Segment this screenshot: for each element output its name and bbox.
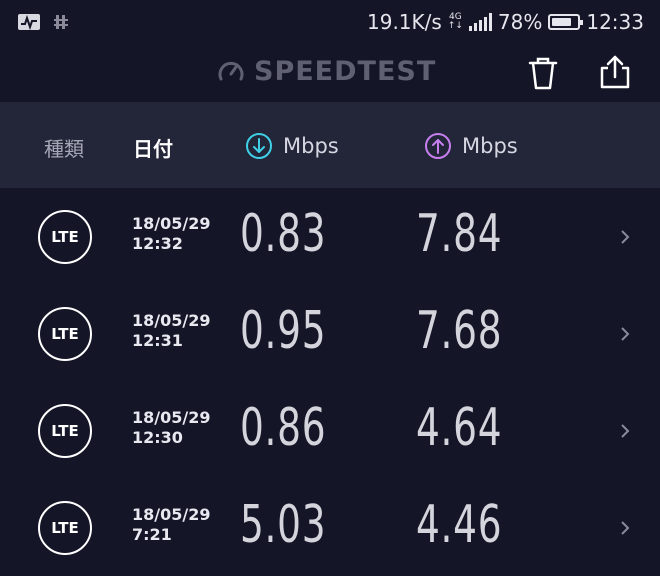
result-datetime: 18/05/29 12:30 xyxy=(132,408,210,448)
battery-icon xyxy=(548,14,584,30)
logo-text: SPEEDTEST xyxy=(254,56,437,87)
chevron-right-icon xyxy=(621,521,630,535)
upload-value: 4.64 xyxy=(416,398,503,458)
delete-button[interactable] xyxy=(526,55,560,91)
result-row[interactable]: LTE 18/05/29 7:21 5.03 4.46 xyxy=(0,479,660,576)
battery-nub xyxy=(580,20,584,25)
results-list: LTE 18/05/29 12:32 0.83 7.84 LTE 18/05/2… xyxy=(0,188,660,576)
notification-icon xyxy=(54,15,68,29)
result-time: 12:32 xyxy=(132,234,183,253)
result-datetime: 18/05/29 7:21 xyxy=(132,505,210,545)
connection-type-badge: LTE xyxy=(38,307,92,361)
battery-percent: 78% xyxy=(497,10,543,34)
status-bar: 19.1K/s 4G ↑↓ 78% 12:33 xyxy=(0,0,660,44)
status-right: 19.1K/s 4G ↑↓ 78% 12:33 xyxy=(367,10,644,34)
chevron-right-icon xyxy=(621,327,630,341)
result-date: 18/05/29 xyxy=(132,505,211,524)
result-date: 18/05/29 xyxy=(132,408,211,427)
upload-arrow-icon xyxy=(425,133,451,159)
signal-icon xyxy=(468,13,492,31)
status-left xyxy=(18,13,68,31)
data-arrows-icon: ↑↓ xyxy=(447,21,463,31)
upload-unit-label: Mbps xyxy=(462,134,518,158)
upload-value: 7.68 xyxy=(416,301,503,361)
result-datetime: 18/05/29 12:32 xyxy=(132,214,210,254)
connection-type-badge: LTE xyxy=(38,404,92,458)
column-upload-header[interactable]: Mbps xyxy=(424,132,518,160)
result-date: 18/05/29 xyxy=(132,214,211,233)
column-header-row: 種類 日付 Mbps Mbps xyxy=(0,102,660,188)
result-time: 12:30 xyxy=(132,428,183,447)
download-value: 0.86 xyxy=(240,398,327,458)
result-row[interactable]: LTE 18/05/29 12:30 0.86 4.64 xyxy=(0,382,660,479)
net-speed: 19.1K/s xyxy=(367,10,442,34)
connection-type-badge: LTE xyxy=(38,501,92,555)
app-logo: SPEEDTEST xyxy=(216,56,436,87)
result-row[interactable]: LTE 18/05/29 12:31 0.95 7.68 xyxy=(0,285,660,382)
download-value: 0.95 xyxy=(240,301,327,361)
result-date: 18/05/29 xyxy=(132,311,211,330)
column-date-header[interactable]: 日付 xyxy=(133,133,173,162)
trash-icon xyxy=(528,57,558,90)
chevron-right-icon xyxy=(621,424,630,438)
app-bar: SPEEDTEST xyxy=(0,44,660,102)
result-time: 7:21 xyxy=(132,525,172,544)
upload-value: 7.84 xyxy=(416,204,503,264)
network-type-icon: 4G ↑↓ xyxy=(448,13,463,31)
download-value: 0.83 xyxy=(240,204,327,264)
result-row[interactable]: LTE 18/05/29 12:32 0.83 7.84 xyxy=(0,188,660,285)
upload-value: 4.46 xyxy=(416,495,503,555)
share-icon xyxy=(600,55,630,89)
chevron-right-icon xyxy=(621,230,630,244)
share-button[interactable] xyxy=(598,54,632,90)
result-datetime: 18/05/29 12:31 xyxy=(132,311,210,351)
download-unit-label: Mbps xyxy=(283,134,339,158)
activity-icon xyxy=(18,14,40,31)
speedometer-icon xyxy=(218,61,244,80)
battery-fill xyxy=(552,18,572,26)
column-download-header[interactable]: Mbps xyxy=(245,132,339,160)
connection-type-badge: LTE xyxy=(38,210,92,264)
download-arrow-icon xyxy=(246,133,272,159)
download-value: 5.03 xyxy=(240,495,327,555)
column-type-header[interactable]: 種類 xyxy=(44,133,84,162)
clock: 12:33 xyxy=(586,10,644,34)
result-time: 12:31 xyxy=(132,331,183,350)
